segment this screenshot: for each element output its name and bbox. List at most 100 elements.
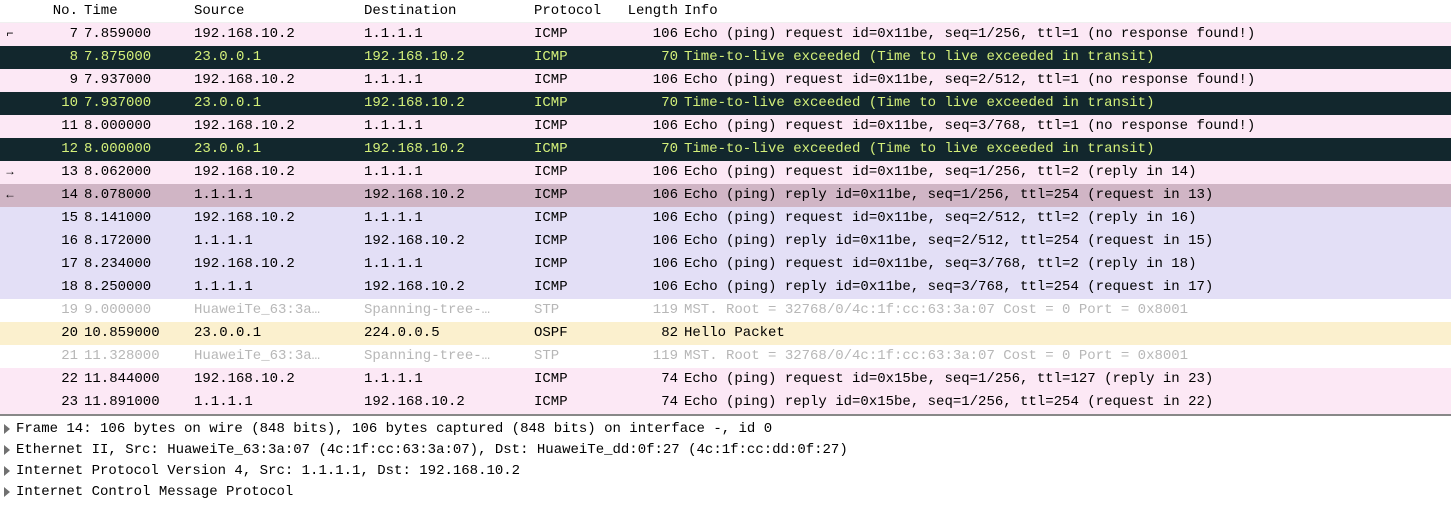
cell-length: 74 bbox=[620, 368, 680, 391]
packet-list-pane[interactable]: No. Time Source Destination Protocol Len… bbox=[0, 0, 1451, 414]
cell-protocol: ICMP bbox=[530, 207, 620, 230]
cell-source: HuaweiTe_63:3a… bbox=[190, 345, 360, 368]
cell-length: 106 bbox=[620, 230, 680, 253]
expand-chevron-icon[interactable] bbox=[4, 466, 10, 476]
cell-source: 192.168.10.2 bbox=[190, 23, 360, 46]
header-source[interactable]: Source bbox=[190, 0, 360, 23]
packet-row[interactable]: 2311.8910001.1.1.1192.168.10.2ICMP74Echo… bbox=[0, 391, 1451, 414]
cell-time: 8.078000 bbox=[80, 184, 190, 207]
cell-protocol: STP bbox=[530, 299, 620, 322]
packet-row[interactable]: 107.93700023.0.0.1192.168.10.2ICMP70Time… bbox=[0, 92, 1451, 115]
cell-destination: 192.168.10.2 bbox=[360, 184, 530, 207]
cell-length: 82 bbox=[620, 322, 680, 345]
header-no[interactable]: No. bbox=[20, 0, 80, 23]
cell-no: 13 bbox=[20, 161, 80, 184]
cell-info: Echo (ping) reply id=0x11be, seq=3/768, … bbox=[680, 276, 1451, 299]
cell-no: 11 bbox=[20, 115, 80, 138]
expand-chevron-icon[interactable] bbox=[4, 445, 10, 455]
related-in-icon: ← bbox=[0, 184, 20, 207]
packet-row[interactable]: 168.1720001.1.1.1192.168.10.2ICMP106Echo… bbox=[0, 230, 1451, 253]
cell-no: 17 bbox=[20, 253, 80, 276]
cell-destination: 1.1.1.1 bbox=[360, 69, 530, 92]
packet-row[interactable]: ←148.0780001.1.1.1192.168.10.2ICMP106Ech… bbox=[0, 184, 1451, 207]
cell-time: 7.937000 bbox=[80, 69, 190, 92]
cell-source: 192.168.10.2 bbox=[190, 161, 360, 184]
cell-protocol: ICMP bbox=[530, 46, 620, 69]
cell-source: 1.1.1.1 bbox=[190, 391, 360, 414]
cell-source: 192.168.10.2 bbox=[190, 207, 360, 230]
cell-no: 8 bbox=[20, 46, 80, 69]
cell-destination: 192.168.10.2 bbox=[360, 92, 530, 115]
packet-row[interactable]: ⌐77.859000192.168.10.21.1.1.1ICMP106Echo… bbox=[0, 23, 1451, 46]
cell-time: 8.141000 bbox=[80, 207, 190, 230]
packet-details-pane[interactable]: Frame 14: 106 bytes on wire (848 bits), … bbox=[0, 414, 1451, 504]
packet-row[interactable]: 188.2500001.1.1.1192.168.10.2ICMP106Echo… bbox=[0, 276, 1451, 299]
packet-row[interactable]: 128.00000023.0.0.1192.168.10.2ICMP70Time… bbox=[0, 138, 1451, 161]
cell-no: 21 bbox=[20, 345, 80, 368]
cell-time: 7.937000 bbox=[80, 92, 190, 115]
header-protocol[interactable]: Protocol bbox=[530, 0, 620, 23]
packet-row[interactable]: 2111.328000HuaweiTe_63:3a…Spanning-tree-… bbox=[0, 345, 1451, 368]
detail-tree-item[interactable]: Frame 14: 106 bytes on wire (848 bits), … bbox=[0, 418, 1451, 439]
header-info[interactable]: Info bbox=[680, 0, 1451, 23]
cell-protocol: ICMP bbox=[530, 92, 620, 115]
detail-tree-item[interactable]: Ethernet II, Src: HuaweiTe_63:3a:07 (4c:… bbox=[0, 439, 1451, 460]
expand-chevron-icon[interactable] bbox=[4, 424, 10, 434]
cell-info: Echo (ping) request id=0x15be, seq=1/256… bbox=[680, 368, 1451, 391]
detail-text: Internet Protocol Version 4, Src: 1.1.1.… bbox=[16, 463, 520, 479]
header-time[interactable]: Time bbox=[80, 0, 190, 23]
cell-protocol: STP bbox=[530, 345, 620, 368]
cell-destination: 192.168.10.2 bbox=[360, 230, 530, 253]
cell-info: Echo (ping) request id=0x11be, seq=3/768… bbox=[680, 253, 1451, 276]
packet-row[interactable]: 178.234000192.168.10.21.1.1.1ICMP106Echo… bbox=[0, 253, 1451, 276]
cell-no: 20 bbox=[20, 322, 80, 345]
cell-time: 8.062000 bbox=[80, 161, 190, 184]
cell-protocol: ICMP bbox=[530, 138, 620, 161]
packet-row[interactable]: 2010.85900023.0.0.1224.0.0.5OSPF82Hello … bbox=[0, 322, 1451, 345]
cell-time: 9.000000 bbox=[80, 299, 190, 322]
detail-text: Frame 14: 106 bytes on wire (848 bits), … bbox=[16, 421, 772, 437]
cell-source: 192.168.10.2 bbox=[190, 69, 360, 92]
frame-bracket-icon: ⌐ bbox=[0, 23, 20, 46]
cell-time: 11.328000 bbox=[80, 345, 190, 368]
cell-time: 7.859000 bbox=[80, 23, 190, 46]
packet-row[interactable]: 199.000000HuaweiTe_63:3a…Spanning-tree-…… bbox=[0, 299, 1451, 322]
cell-time: 11.891000 bbox=[80, 391, 190, 414]
packet-row[interactable]: 2211.844000192.168.10.21.1.1.1ICMP74Echo… bbox=[0, 368, 1451, 391]
packet-row[interactable]: 87.87500023.0.0.1192.168.10.2ICMP70Time-… bbox=[0, 46, 1451, 69]
cell-protocol: ICMP bbox=[530, 276, 620, 299]
cell-length: 74 bbox=[620, 391, 680, 414]
cell-no: 18 bbox=[20, 276, 80, 299]
cell-time: 7.875000 bbox=[80, 46, 190, 69]
cell-source: 1.1.1.1 bbox=[190, 184, 360, 207]
cell-no: 19 bbox=[20, 299, 80, 322]
header-length[interactable]: Length bbox=[620, 0, 680, 23]
packet-row[interactable]: 118.000000192.168.10.21.1.1.1ICMP106Echo… bbox=[0, 115, 1451, 138]
detail-tree-item[interactable]: Internet Control Message Protocol bbox=[0, 481, 1451, 502]
cell-destination: 192.168.10.2 bbox=[360, 46, 530, 69]
packet-row[interactable]: →138.062000192.168.10.21.1.1.1ICMP106Ech… bbox=[0, 161, 1451, 184]
cell-protocol: ICMP bbox=[530, 368, 620, 391]
expand-chevron-icon[interactable] bbox=[4, 487, 10, 497]
cell-destination: 1.1.1.1 bbox=[360, 23, 530, 46]
cell-length: 119 bbox=[620, 345, 680, 368]
cell-time: 11.844000 bbox=[80, 368, 190, 391]
packet-row[interactable]: 158.141000192.168.10.21.1.1.1ICMP106Echo… bbox=[0, 207, 1451, 230]
packet-list-header[interactable]: No. Time Source Destination Protocol Len… bbox=[0, 0, 1451, 23]
cell-no: 9 bbox=[20, 69, 80, 92]
detail-tree-item[interactable]: Internet Protocol Version 4, Src: 1.1.1.… bbox=[0, 460, 1451, 481]
cell-destination: 1.1.1.1 bbox=[360, 115, 530, 138]
cell-info: Echo (ping) request id=0x11be, seq=2/512… bbox=[680, 69, 1451, 92]
cell-no: 23 bbox=[20, 391, 80, 414]
cell-info: Echo (ping) request id=0x11be, seq=1/256… bbox=[680, 161, 1451, 184]
cell-source: 192.168.10.2 bbox=[190, 115, 360, 138]
cell-length: 119 bbox=[620, 299, 680, 322]
detail-text: Internet Control Message Protocol bbox=[16, 484, 293, 500]
cell-no: 10 bbox=[20, 92, 80, 115]
cell-destination: 1.1.1.1 bbox=[360, 161, 530, 184]
cell-destination: 1.1.1.1 bbox=[360, 253, 530, 276]
cell-length: 106 bbox=[620, 23, 680, 46]
detail-text: Ethernet II, Src: HuaweiTe_63:3a:07 (4c:… bbox=[16, 442, 848, 458]
packet-row[interactable]: 97.937000192.168.10.21.1.1.1ICMP106Echo … bbox=[0, 69, 1451, 92]
header-destination[interactable]: Destination bbox=[360, 0, 530, 23]
